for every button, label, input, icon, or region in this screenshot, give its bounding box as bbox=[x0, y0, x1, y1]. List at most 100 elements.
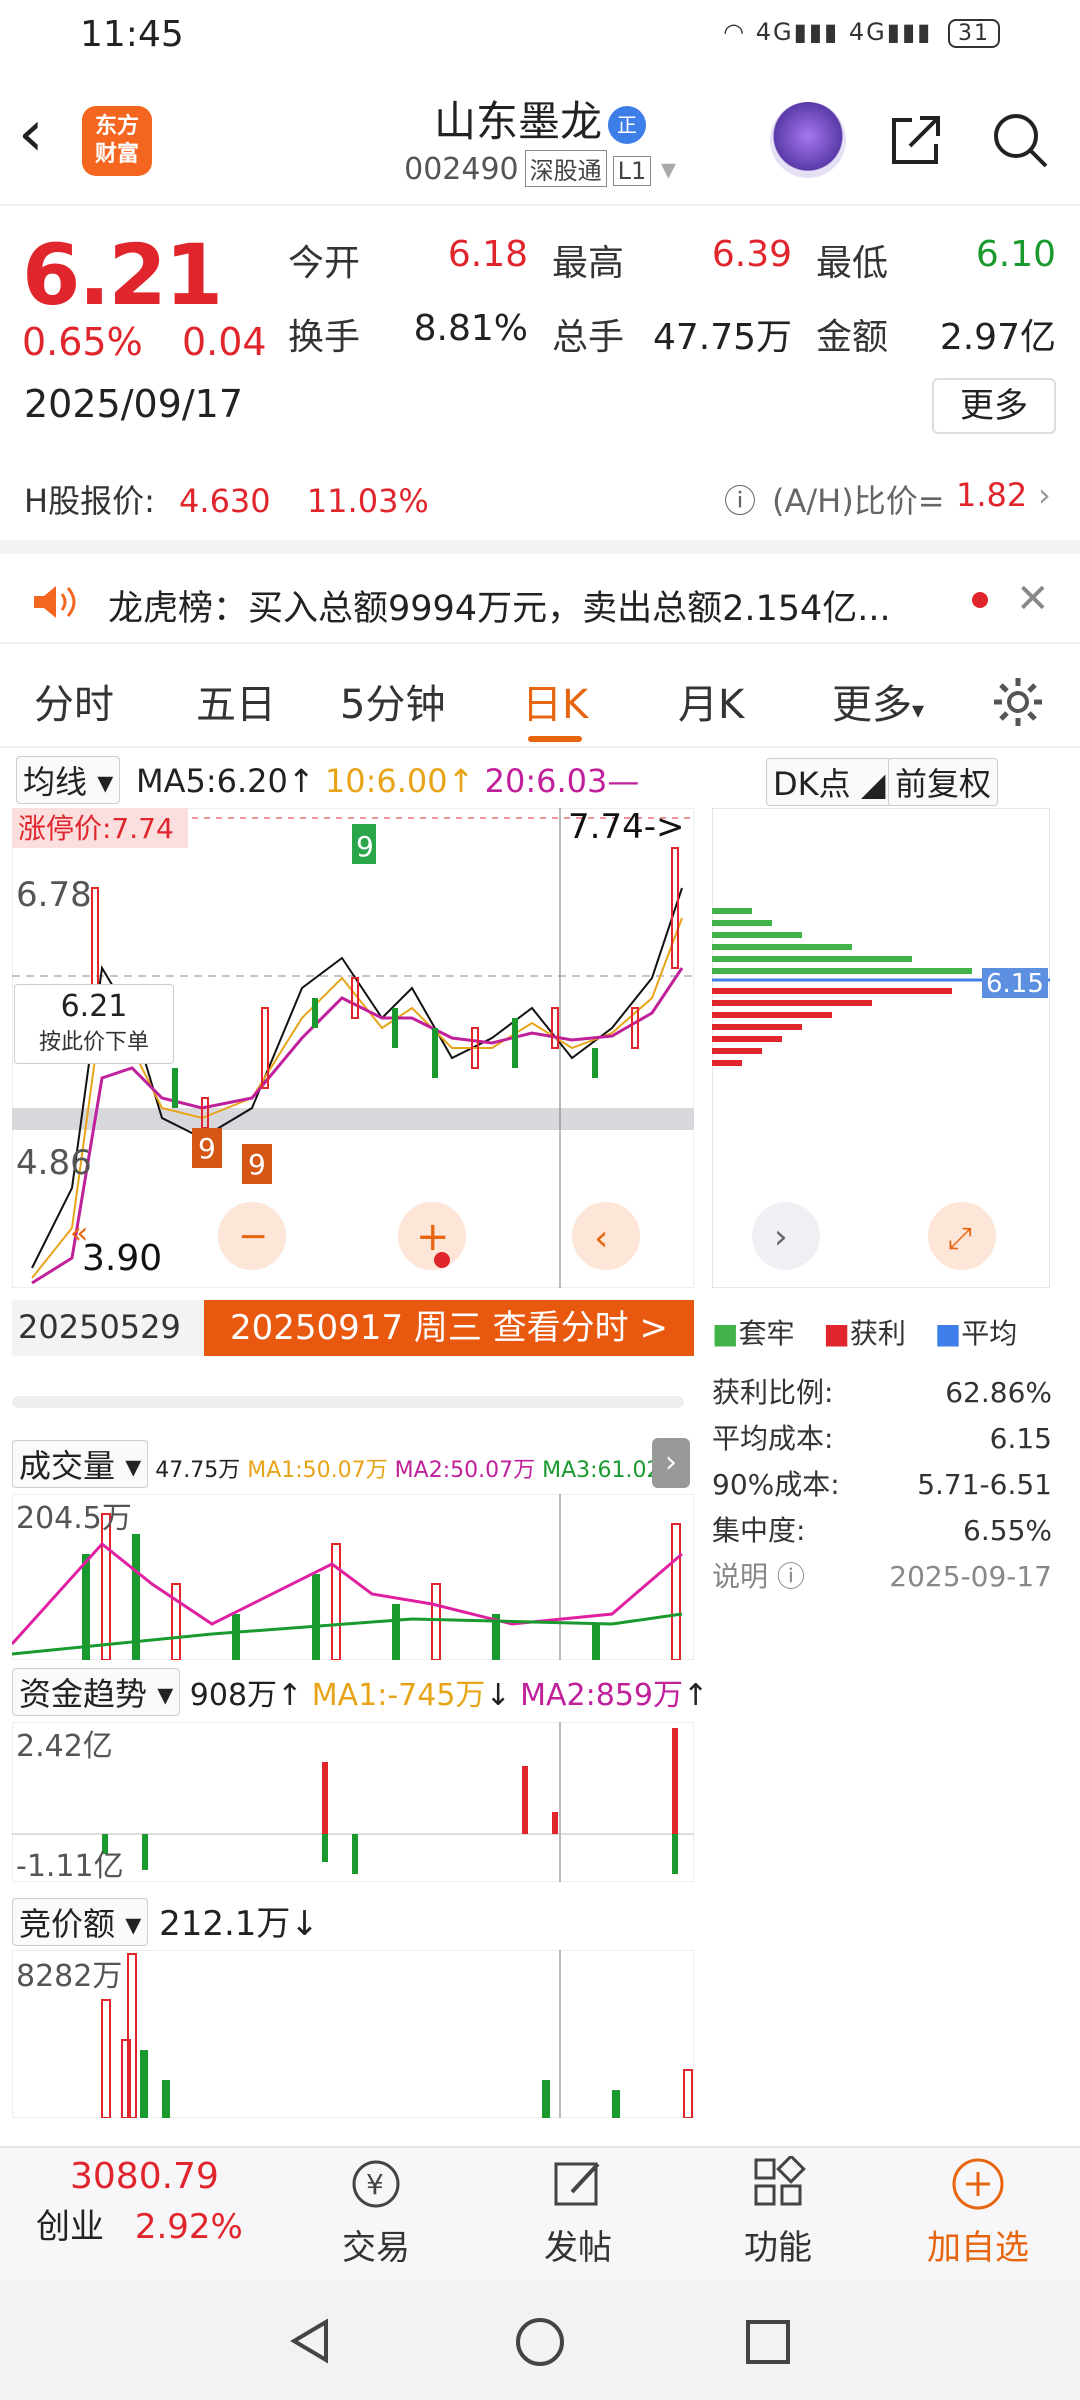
limit-arrow-label: 7.74-> bbox=[568, 808, 684, 847]
index-ticker[interactable]: 3080.79 创业 2.92% bbox=[36, 2156, 276, 2248]
stock-header: ‹ 东方 财富 山东墨龙正 002490 深股通 L1 ▾ bbox=[0, 74, 1080, 206]
more-quote-button[interactable]: 更多 bbox=[932, 378, 1056, 434]
chevron-right-icon: › bbox=[1038, 476, 1051, 514]
dragon-tiger-notice[interactable]: 龙虎榜：买入总额9994万元，卖出总额2.154亿... ✕ bbox=[0, 540, 1080, 644]
svg-text:−: − bbox=[238, 1216, 268, 1257]
current-price: 6.21 bbox=[22, 226, 223, 324]
bid-amount-selector[interactable]: 竞价额 ▾ bbox=[12, 1898, 149, 1946]
h-share-row[interactable]: H股报价: 4.630 11.03% ⓘ (A/H)比价= 1.82 › bbox=[24, 476, 1064, 522]
nav-back-icon[interactable] bbox=[286, 2316, 336, 2366]
range-start-date: 20250529 bbox=[18, 1308, 181, 1346]
close-icon[interactable]: ✕ bbox=[1016, 576, 1050, 622]
tab-more[interactable]: 更多▾ bbox=[832, 672, 924, 730]
fund-trend-chart: 2.42亿 -1.11亿 bbox=[12, 1722, 694, 1882]
svg-text:‹: ‹ bbox=[594, 1218, 608, 1259]
low-price-mark: 3.90 bbox=[82, 1238, 162, 1279]
caret-down-icon: ▾ bbox=[660, 152, 676, 187]
svg-text:¥: ¥ bbox=[366, 2168, 384, 2201]
high-label: 最高 bbox=[552, 243, 625, 284]
svg-text:9: 9 bbox=[198, 1132, 216, 1165]
view-intraday-button[interactable]: 20250917 周三 查看分时 > bbox=[204, 1300, 694, 1356]
chip-stats: 获利比例: 62.86% 平均成本: 6.15 90%成本: 5.71-6.51 集中… bbox=[712, 1376, 1052, 1593]
adjust-button[interactable]: 前复权 bbox=[888, 758, 999, 806]
volume-chart: 204.5万 bbox=[12, 1494, 694, 1660]
ah-ratio-label: (A/H)比价= bbox=[772, 482, 945, 520]
low-value: 6.10 bbox=[975, 234, 1056, 275]
notice-text: 龙虎榜：买入总额9994万元，卖出总额2.154亿... bbox=[108, 589, 891, 629]
y-axis-high: 6.78 bbox=[16, 875, 92, 915]
chip-distribution-chart: 6.15 › ⤢ bbox=[712, 808, 1050, 1288]
chip-legend: ■套牢 ■获利 ■平均 bbox=[712, 1317, 1018, 1350]
amount-value: 2.97亿 bbox=[939, 317, 1056, 358]
tab-five-day[interactable]: 五日 bbox=[196, 672, 276, 730]
grid-icon bbox=[754, 2154, 806, 2206]
clock: 11:45 bbox=[80, 14, 184, 55]
volume-max-label: 204.5万 bbox=[16, 1501, 132, 1536]
search-icon[interactable] bbox=[988, 108, 1052, 172]
svg-text:›: › bbox=[774, 1217, 788, 1257]
nav-home-icon[interactable] bbox=[514, 2316, 566, 2368]
quote-panel: 6.21 0.65% 0.04 2025/09/17 今开 6.18 最高 6.… bbox=[0, 206, 1080, 540]
turnover-label: 换手 bbox=[288, 317, 361, 358]
nav-recents-icon[interactable] bbox=[744, 2318, 792, 2366]
change-percent: 0.65% bbox=[22, 320, 143, 364]
functions-button[interactable]: 功能 bbox=[708, 2154, 848, 2269]
y-axis-low: 4.86 bbox=[16, 1143, 92, 1183]
avg-cost-marker: 6.15 bbox=[986, 969, 1044, 999]
bid-amount-chart: 8282万 bbox=[12, 1950, 694, 2118]
range-scrollbar[interactable] bbox=[12, 1396, 684, 1408]
svg-text:9: 9 bbox=[356, 830, 374, 863]
signal-icons: ◠ 4G▮▮▮ 4G▮▮▮ 31 bbox=[723, 18, 1000, 48]
tab-monthly-k[interactable]: 月K bbox=[678, 672, 744, 730]
help-icon[interactable]: ⓘ bbox=[724, 476, 756, 522]
volume-label: 总手 bbox=[552, 317, 625, 358]
ma5-value: MA5:6.20 bbox=[136, 762, 288, 800]
period-tabs: 分时 五日 5分钟 日K 月K 更多▾ bbox=[0, 660, 1080, 748]
tab-5min[interactable]: 5分钟 bbox=[340, 672, 445, 730]
ma20-value: 20:6.03 bbox=[484, 762, 608, 800]
turnover-value: 8.81% bbox=[413, 308, 528, 349]
tab-daily-k[interactable]: 日K bbox=[522, 672, 588, 742]
low-label: 最低 bbox=[816, 243, 889, 284]
ma10-value: 10:6.00 bbox=[324, 762, 448, 800]
date-bar: 20250529 20250917 周三 查看分时 > bbox=[12, 1300, 694, 1356]
speaker-icon bbox=[34, 586, 76, 618]
amount-label: 金额 bbox=[816, 317, 889, 358]
battery-icon: 31 bbox=[948, 19, 1000, 48]
trade-icon: ¥ bbox=[352, 2160, 400, 2208]
volume-selector[interactable]: 成交量 ▾ bbox=[12, 1440, 149, 1488]
expand-indicators-button[interactable]: › bbox=[652, 1438, 690, 1488]
status-bar: 11:45 ◠ 4G▮▮▮ 4G▮▮▮ 31 bbox=[0, 0, 1080, 74]
open-label: 今开 bbox=[288, 243, 361, 284]
share-icon[interactable] bbox=[886, 110, 946, 170]
settings-gear-icon[interactable] bbox=[990, 674, 1046, 730]
system-nav-bar bbox=[0, 2280, 1080, 2400]
quote-date: 2025/09/17 bbox=[24, 382, 244, 426]
bid-max-label: 8282万 bbox=[16, 1959, 122, 1994]
h-share-price: 4.630 bbox=[179, 482, 271, 520]
scroll-left-icon[interactable]: « bbox=[70, 1216, 88, 1251]
add-watchlist-button[interactable]: 加自选 bbox=[908, 2156, 1048, 2269]
tab-intraday[interactable]: 分时 bbox=[34, 672, 114, 730]
limit-price-label: 涨停价:7.74 bbox=[18, 812, 174, 845]
bottom-nav: 3080.79 创业 2.92% ¥ 交易 发帖 功能 加自选 bbox=[0, 2146, 1080, 2280]
fund-max-label: 2.42亿 bbox=[16, 1729, 113, 1764]
ma-selector[interactable]: 均线 ▾ bbox=[16, 756, 121, 804]
fund-min-label: -1.11亿 bbox=[16, 1849, 124, 1882]
kline-area: 均线 ▾ MA5:6.20↑ 10:6.00↑ 20:6.03— DK点 ◢ 前… bbox=[0, 752, 1080, 2132]
dk-point-button[interactable]: DK点 ◢ bbox=[766, 758, 893, 806]
change-value: 0.04 bbox=[182, 320, 267, 364]
post-button[interactable]: 发帖 bbox=[508, 2156, 648, 2269]
ai-assistant-icon[interactable] bbox=[770, 102, 846, 178]
network-type: 4G bbox=[755, 18, 794, 46]
trade-button[interactable]: ¥ 交易 bbox=[306, 2156, 446, 2269]
price-order-box[interactable]: 6.21 按此价下单 bbox=[14, 984, 174, 1064]
h-share-label: H股报价: bbox=[24, 482, 155, 520]
open-value: 6.18 bbox=[447, 234, 528, 275]
fund-trend-selector[interactable]: 资金趋势 ▾ bbox=[12, 1668, 181, 1716]
svg-text:9: 9 bbox=[248, 1148, 266, 1181]
volume-value: 47.75万 bbox=[652, 317, 792, 358]
edit-icon bbox=[554, 2162, 600, 2206]
h-share-premium: 11.03% bbox=[306, 482, 429, 520]
unread-dot bbox=[972, 592, 988, 608]
